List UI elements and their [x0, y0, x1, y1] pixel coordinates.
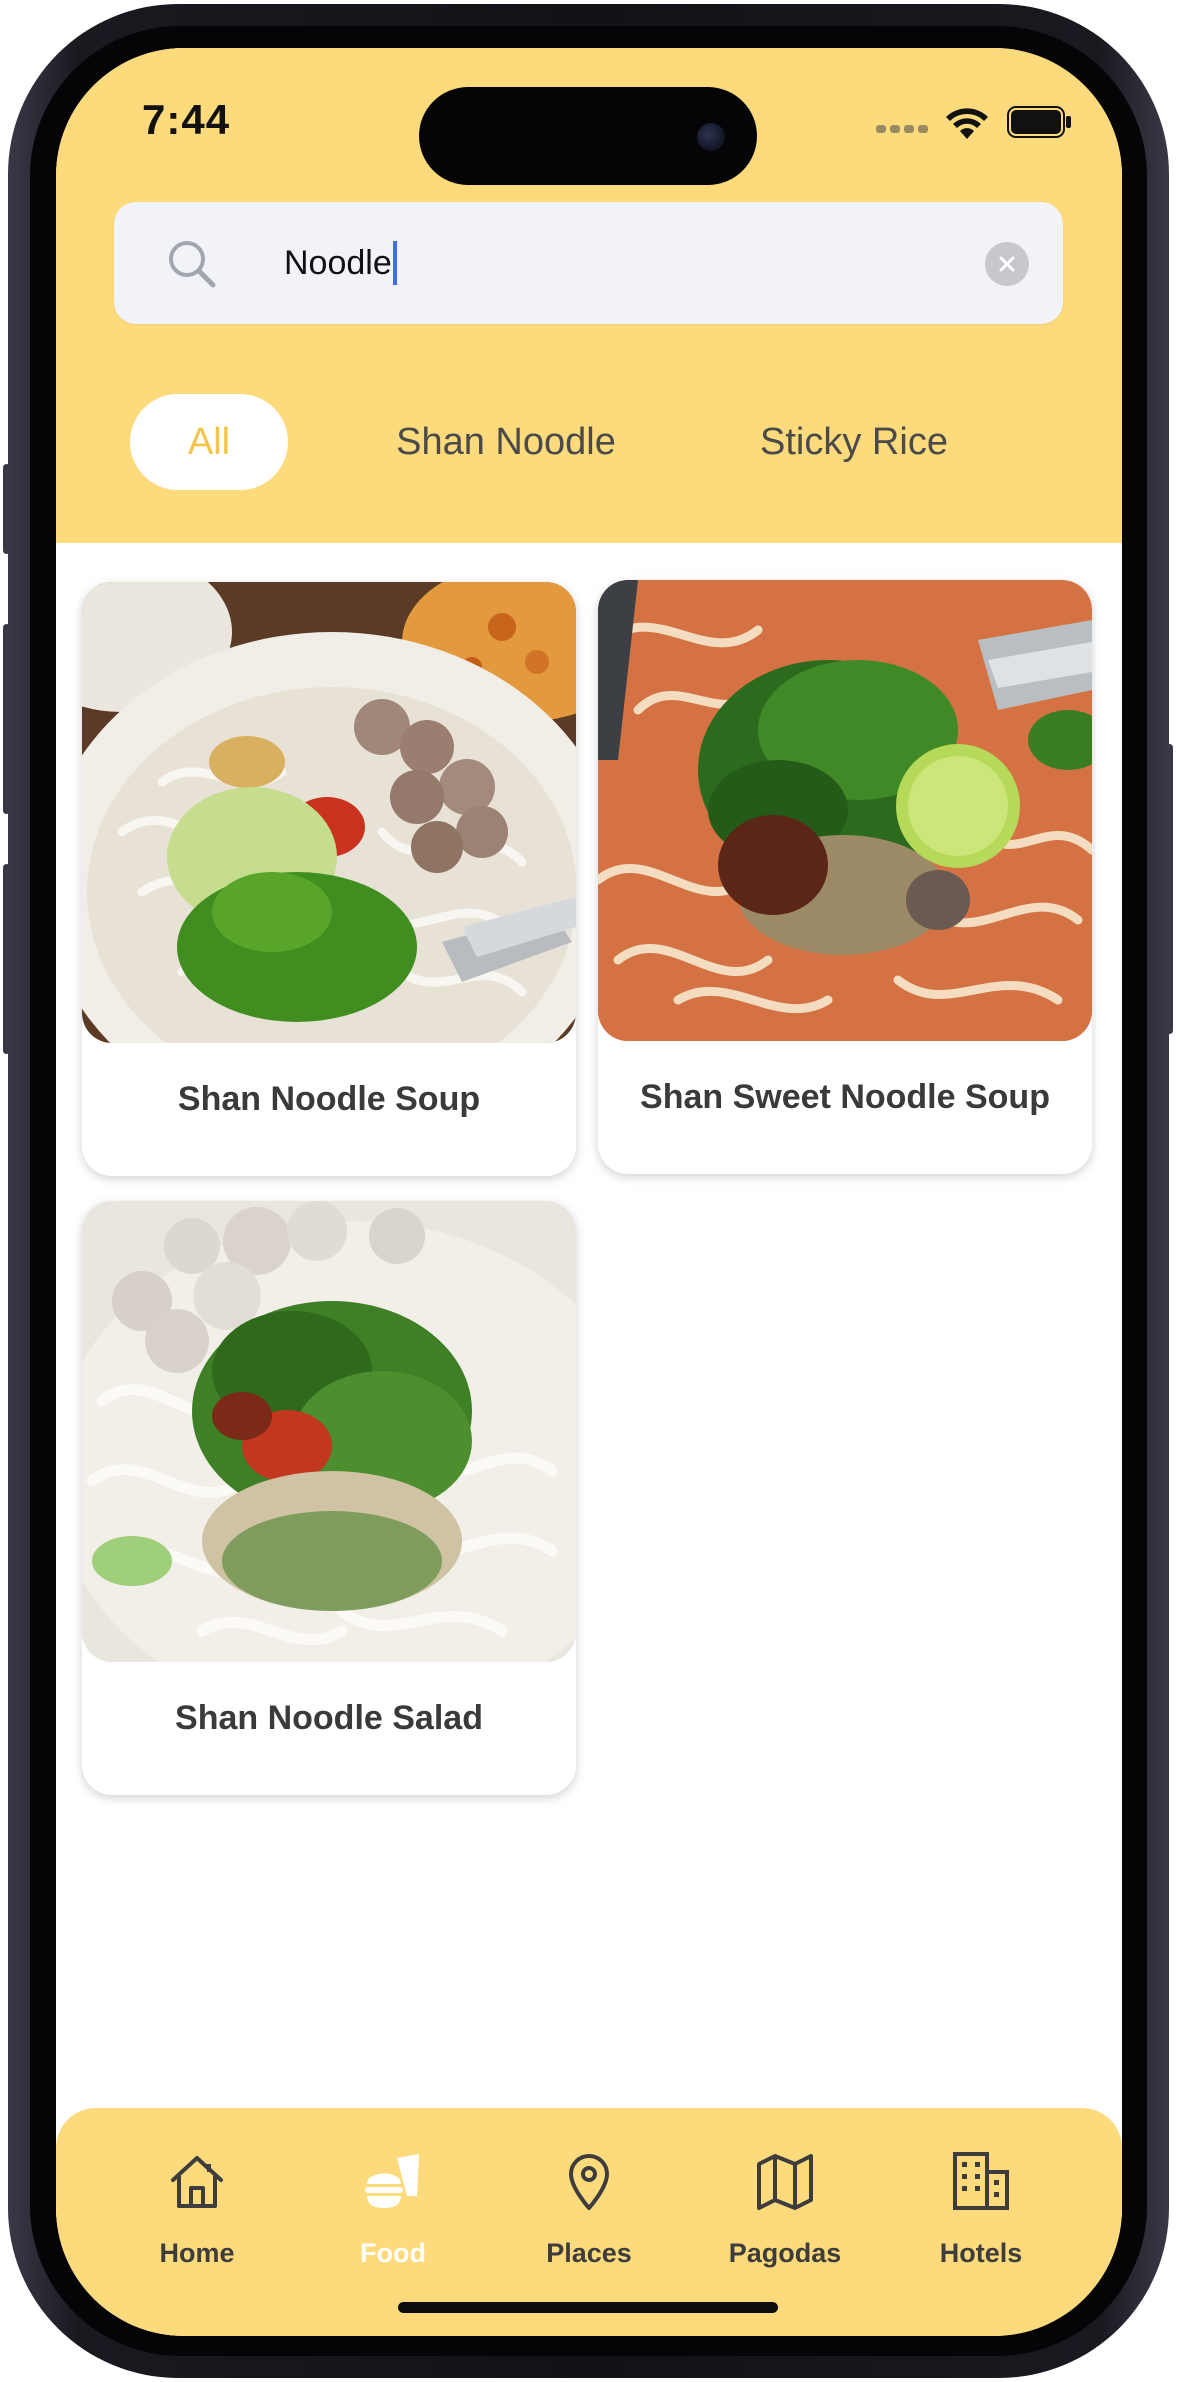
- volume-up-button: [3, 624, 10, 814]
- close-icon: [999, 256, 1015, 272]
- search-bar[interactable]: Noodle: [114, 202, 1063, 324]
- search-input[interactable]: Noodle: [284, 240, 397, 286]
- search-icon: [169, 241, 216, 288]
- wifi-icon: [946, 108, 988, 139]
- power-button: [1166, 744, 1173, 1034]
- tab-home[interactable]: Home: [122, 2148, 272, 2288]
- location-pin-icon: [569, 2154, 609, 2210]
- home-indicator[interactable]: [398, 2302, 778, 2313]
- food-card-title: Shan Noodle Salad: [175, 1699, 483, 1737]
- tab-places[interactable]: Places: [514, 2148, 664, 2288]
- tab-food[interactable]: Food: [318, 2148, 468, 2288]
- filter-chip-sticky-rice[interactable]: Sticky Rice: [704, 394, 1004, 490]
- filter-chips: All Shan Noodle Sticky Rice: [56, 394, 1122, 490]
- battery-icon: [1007, 106, 1071, 138]
- mute-switch: [3, 464, 10, 554]
- header: 7:44 Noodle All Shan Noodle Sticky Rice: [56, 48, 1122, 543]
- food-card[interactable]: Shan Noodle Soup: [82, 582, 576, 1176]
- food-card[interactable]: Shan Sweet Noodle Soup: [598, 580, 1092, 1174]
- food-photo: [82, 582, 576, 1043]
- building-icon: [953, 2152, 1009, 2210]
- food-photo: [598, 580, 1092, 1041]
- tab-label: Food: [360, 2238, 426, 2268]
- tab-label: Home: [159, 2238, 235, 2268]
- screen: 7:44 Noodle All Shan Noodle Sticky Rice …: [56, 48, 1122, 2336]
- food-card-title: Shan Noodle Soup: [177, 1080, 481, 1118]
- volume-down-button: [3, 864, 10, 1054]
- map-icon: [757, 2154, 813, 2210]
- cellular-signal-icon: [876, 125, 928, 135]
- filter-chip-shan-noodle[interactable]: Shan Noodle: [356, 394, 656, 490]
- tab-pagodas[interactable]: Pagodas: [710, 2148, 860, 2288]
- status-icons: [56, 103, 1122, 143]
- food-icon: [365, 2154, 419, 2208]
- home-icon: [171, 2156, 223, 2208]
- food-card[interactable]: Shan Noodle Salad: [82, 1201, 576, 1795]
- clear-search-button[interactable]: [985, 242, 1029, 286]
- text-caret: [392, 241, 397, 285]
- tab-hotels[interactable]: Hotels: [906, 2148, 1056, 2288]
- tab-label: Hotels: [939, 2238, 1023, 2268]
- tab-label: Places: [546, 2238, 632, 2268]
- tab-label: Pagodas: [728, 2238, 842, 2268]
- filter-chip-all[interactable]: All: [130, 394, 288, 490]
- search-input-text: Noodle: [284, 243, 392, 282]
- food-photo: [82, 1201, 576, 1662]
- food-card-title: Shan Sweet Noodle Soup: [640, 1078, 1050, 1116]
- phone-frame: 7:44 Noodle All Shan Noodle Sticky Rice …: [3, 4, 1173, 2378]
